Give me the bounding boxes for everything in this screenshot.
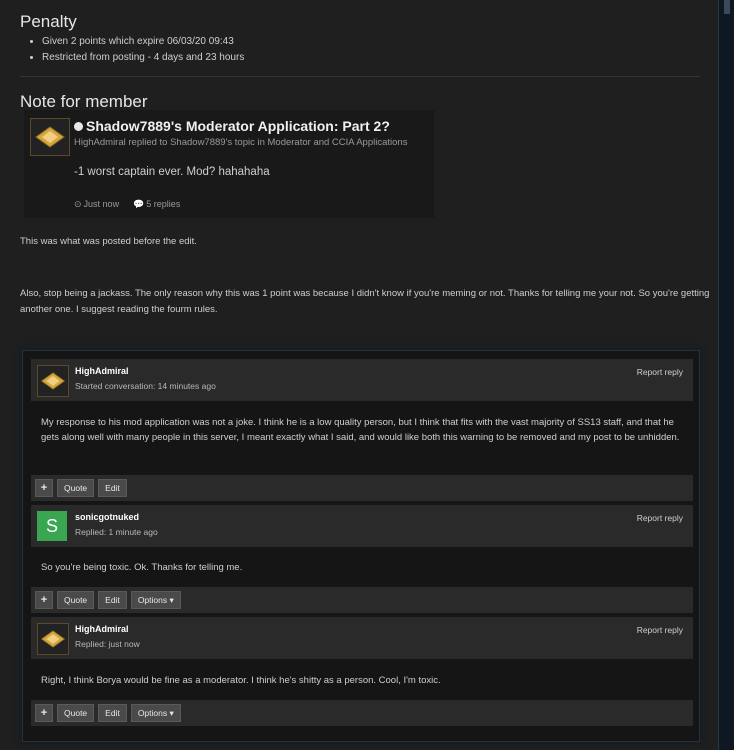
embedded-post[interactable]: Shadow7889's Moderator Application: Part… — [24, 110, 434, 218]
post-status: Started conversation: 14 minutes ago — [75, 381, 216, 391]
embedded-post-meta: ⊙ Just now 💬 5 replies — [74, 199, 180, 210]
author-avatar[interactable] — [30, 118, 70, 156]
post-body: So you're being toxic. Ok. Thanks for te… — [41, 562, 243, 573]
post-actions: + Quote Edit Options ▾ — [31, 587, 693, 613]
note-heading: Note for member — [20, 92, 148, 111]
post-header: S sonicgotnuked Replied: 1 minute ago Re… — [31, 505, 693, 547]
post-status: Replied: 1 minute ago — [75, 527, 158, 537]
post-header: HighAdmiral Replied: just now Report rep… — [31, 617, 693, 659]
penalty-item: Given 2 points which expire 06/03/20 09:… — [42, 34, 244, 50]
report-reply-link[interactable]: Report reply — [637, 513, 683, 523]
edit-button[interactable]: Edit — [98, 704, 127, 722]
scrollbar-thumb[interactable] — [724, 0, 730, 14]
quote-button[interactable]: Quote — [57, 591, 95, 609]
post-body: Right, I think Borya would be fine as a … — [41, 675, 441, 686]
clock-icon: ⊙ — [74, 199, 82, 209]
avatar[interactable] — [37, 623, 69, 655]
options-button[interactable]: Options ▾ — [130, 591, 181, 609]
embedded-post-title-text[interactable]: Shadow7889's Moderator Application: Part… — [86, 118, 390, 134]
embedded-post-title[interactable]: Shadow7889's Moderator Application: Part… — [74, 118, 390, 134]
reply-count[interactable]: 💬 5 replies — [133, 199, 180, 210]
quote-button[interactable]: Quote — [57, 479, 95, 497]
multiquote-button[interactable]: + — [35, 591, 53, 609]
right-edge-bar — [718, 0, 734, 750]
penalty-heading: Penalty — [20, 12, 77, 31]
conversation-panel: HighAdmiral Started conversation: 14 min… — [22, 350, 700, 742]
note-text: Also, stop being a jackass. The only rea… — [20, 288, 710, 315]
multiquote-button[interactable]: + — [35, 704, 53, 722]
report-reply-link[interactable]: Report reply — [637, 367, 683, 377]
post-body: My response to his mod application was n… — [41, 417, 680, 443]
post-actions: + Quote Edit Options ▾ — [31, 700, 693, 726]
post-author[interactable]: sonicgotnuked — [75, 512, 139, 522]
multiquote-button[interactable]: + — [35, 479, 53, 497]
timestamp: ⊙ Just now — [74, 199, 120, 209]
edit-button[interactable]: Edit — [98, 479, 127, 497]
edit-button[interactable]: Edit — [98, 591, 127, 609]
post-author[interactable]: HighAdmiral — [75, 366, 129, 376]
report-reply-link[interactable]: Report reply — [637, 625, 683, 635]
divider — [20, 76, 700, 77]
embedded-post-body: -1 worst captain ever. Mod? hahahaha — [74, 166, 270, 178]
speech-bubble-icon: 💬 — [133, 199, 145, 209]
options-button[interactable]: Options ▾ — [130, 704, 181, 722]
gold-insignia-icon — [40, 372, 66, 390]
unread-dot-icon — [74, 121, 83, 131]
gold-insignia-icon — [35, 126, 65, 148]
post-status: Replied: just now — [75, 639, 140, 649]
gold-insignia-icon — [40, 630, 66, 648]
page: Penalty Given 2 points which expire 06/0… — [0, 0, 718, 750]
post-author[interactable]: HighAdmiral — [75, 624, 129, 634]
embedded-post-subtitle: HighAdmiral replied to Shadow7889's topi… — [74, 137, 408, 148]
penalty-item: Restricted from posting - 4 days and 23 … — [42, 50, 244, 66]
post-header: HighAdmiral Started conversation: 14 min… — [31, 359, 693, 401]
post-actions: + Quote Edit — [31, 475, 693, 501]
avatar[interactable]: S — [37, 511, 67, 541]
avatar[interactable] — [37, 365, 69, 397]
penalty-list: Given 2 points which expire 06/03/20 09:… — [22, 34, 244, 66]
quote-button[interactable]: Quote — [57, 704, 95, 722]
note-text: This was what was posted before the edit… — [20, 236, 197, 247]
